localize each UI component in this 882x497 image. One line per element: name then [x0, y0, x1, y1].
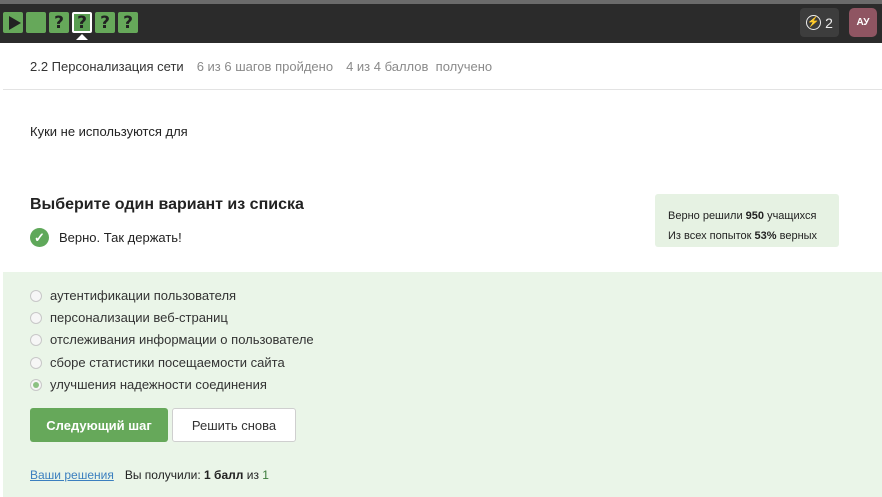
option-4[interactable]: сборе статистики посещаемости сайта — [30, 355, 285, 370]
radio-button[interactable] — [30, 311, 42, 324]
answers-area: аутентификации пользователя персонализац… — [3, 272, 882, 497]
step-quiz-4[interactable]: ? — [118, 12, 138, 33]
next-step-button[interactable]: Следующий шаг — [30, 408, 168, 442]
retry-button[interactable]: Решить снова — [172, 408, 296, 442]
solutions-link[interactable]: Ваши решения — [30, 468, 114, 482]
question-icon: ? — [123, 12, 133, 33]
radio-button[interactable] — [30, 333, 42, 346]
radio-button[interactable] — [30, 289, 42, 302]
lightning-icon: ⚡ — [806, 15, 822, 30]
energy-count: 2 — [825, 14, 833, 31]
lesson-progress: 6 из 6 шагов пройдено — [196, 58, 334, 74]
energy-indicator[interactable]: ⚡ 2 — [800, 8, 839, 37]
checkmark-icon: ✓ — [30, 228, 49, 247]
option-3[interactable]: отслеживания информации о пользователе — [30, 332, 314, 347]
step-text[interactable] — [26, 12, 46, 33]
lesson-points: 4 из 4 баллов получено — [346, 58, 493, 74]
option-1[interactable]: аутентификации пользователя — [30, 288, 236, 303]
lesson-header: 2.2 Персонализация сети 6 из 6 шагов про… — [3, 43, 882, 90]
option-5[interactable]: улучшения надежности соединения — [30, 377, 267, 392]
question-icon: ? — [100, 12, 110, 33]
feedback-text: Верно. Так держать! — [59, 230, 182, 245]
radio-button[interactable] — [30, 356, 42, 369]
step-quiz-3[interactable]: ? — [95, 12, 115, 33]
avatar[interactable]: АУ — [849, 8, 877, 37]
result-footer: Ваши решения Вы получили: 1 балл из 1 — [30, 468, 269, 482]
feedback-message: ✓ Верно. Так держать! — [30, 228, 182, 247]
question-text: Куки не используются для — [30, 124, 188, 139]
step-navigation: ? ? ? ? — [3, 12, 138, 33]
step-video[interactable] — [3, 12, 23, 33]
lesson-title[interactable]: 2.2 Персонализация сети — [30, 59, 184, 74]
top-navigation-bar: ? ? ? ? ⚡ 2 АУ — [0, 0, 882, 43]
radio-button-selected[interactable] — [30, 378, 42, 391]
question-icon: ? — [77, 12, 87, 33]
play-icon — [8, 15, 21, 30]
score-text: Вы получили: 1 балл из 1 — [124, 468, 269, 482]
attempts-stat: Из всех попыток 53% верных — [668, 230, 818, 242]
step-quiz-current[interactable]: ? — [72, 12, 92, 33]
question-icon: ? — [54, 12, 64, 33]
solved-stat: Верно решили 950 учащихся — [668, 210, 817, 222]
task-title: Выберите один вариант из списка — [30, 196, 304, 213]
step-quiz-1[interactable]: ? — [49, 12, 69, 33]
statistics-panel: Верно решили 950 учащихся Из всех попыто… — [655, 194, 839, 247]
option-2[interactable]: персонализации веб-страниц — [30, 310, 228, 325]
